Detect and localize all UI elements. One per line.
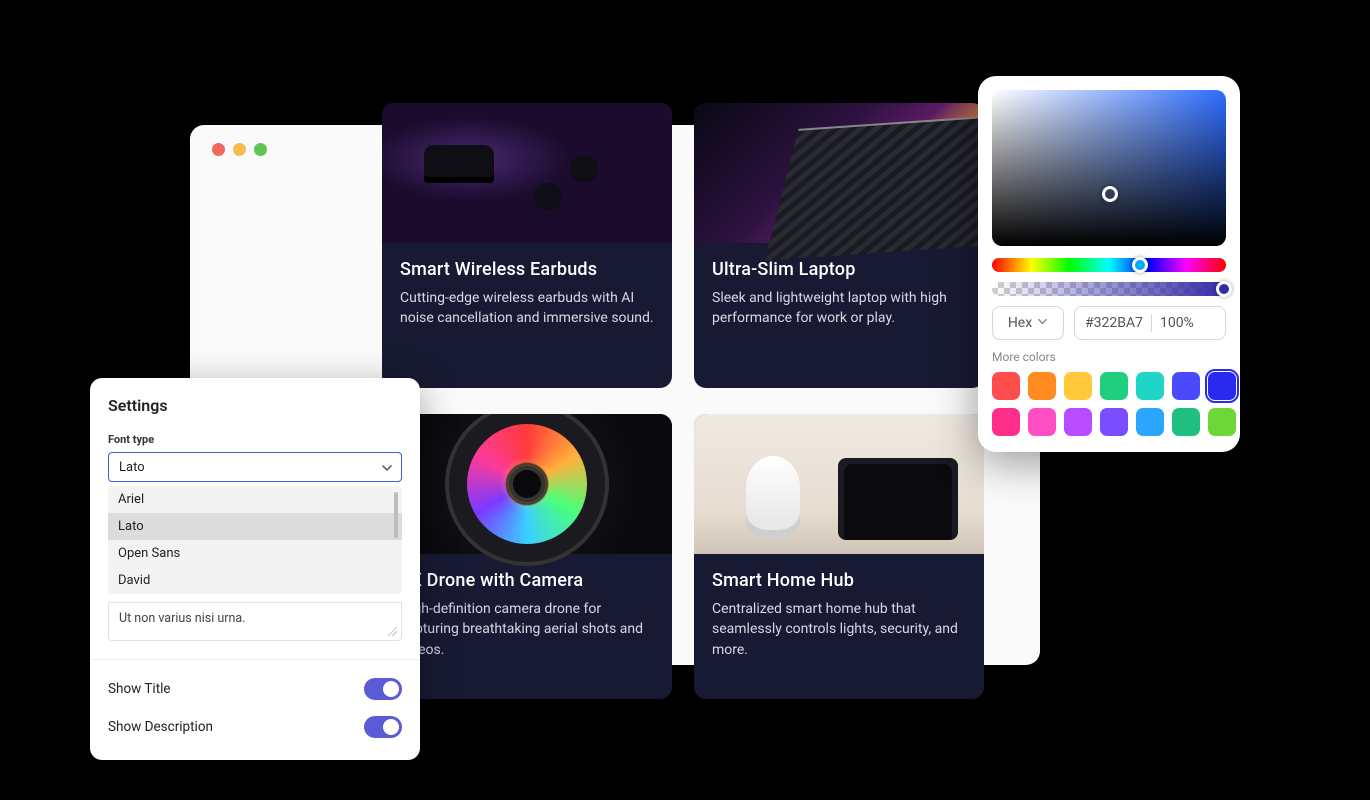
hex-value: #322BA7 <box>1085 315 1143 331</box>
swatch-grid <box>992 372 1226 436</box>
show-title-label: Show Title <box>108 681 171 697</box>
font-type-label: Font type <box>108 433 402 446</box>
color-swatch[interactable] <box>1172 372 1200 400</box>
font-type-select[interactable]: Lato <box>108 452 402 482</box>
chevron-down-icon <box>1037 315 1048 331</box>
product-image <box>694 103 984 243</box>
product-title: Smart Home Hub <box>712 570 966 591</box>
product-grid: Smart Wireless Earbuds Cutting-edge wire… <box>382 103 984 699</box>
product-title: Ultra-Slim Laptop <box>712 259 966 280</box>
saturation-value-area[interactable] <box>992 90 1226 246</box>
color-swatch[interactable] <box>1064 372 1092 400</box>
dropdown-scrollbar[interactable] <box>394 492 398 538</box>
alpha-value: 100% <box>1160 315 1194 331</box>
show-description-row: Show Description <box>90 708 420 746</box>
product-description: High-definition camera drone for capturi… <box>400 599 654 660</box>
color-swatch[interactable] <box>992 372 1020 400</box>
font-option[interactable]: David <box>108 567 402 594</box>
sv-handle-icon[interactable] <box>1102 186 1118 202</box>
color-swatch[interactable] <box>1100 408 1128 436</box>
alpha-slider[interactable] <box>992 282 1226 296</box>
show-title-row: Show Title <box>90 670 420 708</box>
show-description-toggle[interactable] <box>364 716 402 738</box>
hue-handle-icon[interactable] <box>1132 257 1148 273</box>
product-description: Centralized smart home hub that seamless… <box>712 599 966 660</box>
more-colors-label: More colors <box>992 350 1226 364</box>
product-card[interactable]: Smart Wireless Earbuds Cutting-edge wire… <box>382 103 672 388</box>
font-type-dropdown: Ariel Lato Open Sans David <box>108 486 402 594</box>
product-title: Smart Wireless Earbuds <box>400 259 654 280</box>
font-type-value: Lato <box>119 460 145 475</box>
color-format-value: Hex <box>1008 315 1032 331</box>
minimize-icon[interactable] <box>233 143 246 156</box>
color-swatch[interactable] <box>1136 408 1164 436</box>
description-text: Ut non varius nisi urna. <box>119 611 245 626</box>
color-swatch[interactable] <box>1208 408 1236 436</box>
product-title: 4K Drone with Camera <box>400 570 654 591</box>
font-option[interactable]: Open Sans <box>108 540 402 567</box>
close-icon[interactable] <box>212 143 225 156</box>
color-swatch[interactable] <box>1136 372 1164 400</box>
color-format-select[interactable]: Hex <box>992 306 1064 340</box>
show-description-label: Show Description <box>108 719 213 735</box>
chevron-down-icon <box>381 462 391 472</box>
color-swatch[interactable] <box>1028 408 1056 436</box>
color-swatch[interactable] <box>1172 408 1200 436</box>
product-image <box>382 103 672 243</box>
separator <box>1151 314 1152 332</box>
product-card[interactable]: Smart Home Hub Centralized smart home hu… <box>694 414 984 699</box>
product-description: Cutting-edge wireless earbuds with AI no… <box>400 288 654 329</box>
color-swatch[interactable] <box>1028 372 1056 400</box>
description-textarea[interactable]: Ut non varius nisi urna. <box>108 602 402 641</box>
color-picker: Hex #322BA7 100% More colors <box>978 76 1240 452</box>
settings-panel: Settings Font type Lato Ariel Lato Open … <box>90 378 420 760</box>
settings-title: Settings <box>108 396 402 415</box>
product-card[interactable]: Ultra-Slim Laptop Sleek and lightweight … <box>694 103 984 388</box>
product-description: Sleek and lightweight laptop with high p… <box>712 288 966 329</box>
color-swatch[interactable] <box>1064 408 1092 436</box>
color-swatch[interactable] <box>1100 372 1128 400</box>
product-image <box>382 414 672 554</box>
product-card[interactable]: 4K Drone with Camera High-definition cam… <box>382 414 672 699</box>
color-swatch[interactable] <box>992 408 1020 436</box>
hue-slider[interactable] <box>992 258 1226 272</box>
alpha-handle-icon[interactable] <box>1216 281 1232 297</box>
font-option[interactable]: Ariel <box>108 486 402 513</box>
font-option[interactable]: Lato <box>108 513 402 540</box>
divider <box>90 659 420 660</box>
hex-input[interactable]: #322BA7 100% <box>1074 306 1226 340</box>
product-image <box>694 414 984 554</box>
color-swatch[interactable] <box>1208 372 1236 400</box>
maximize-icon[interactable] <box>254 143 267 156</box>
show-title-toggle[interactable] <box>364 678 402 700</box>
